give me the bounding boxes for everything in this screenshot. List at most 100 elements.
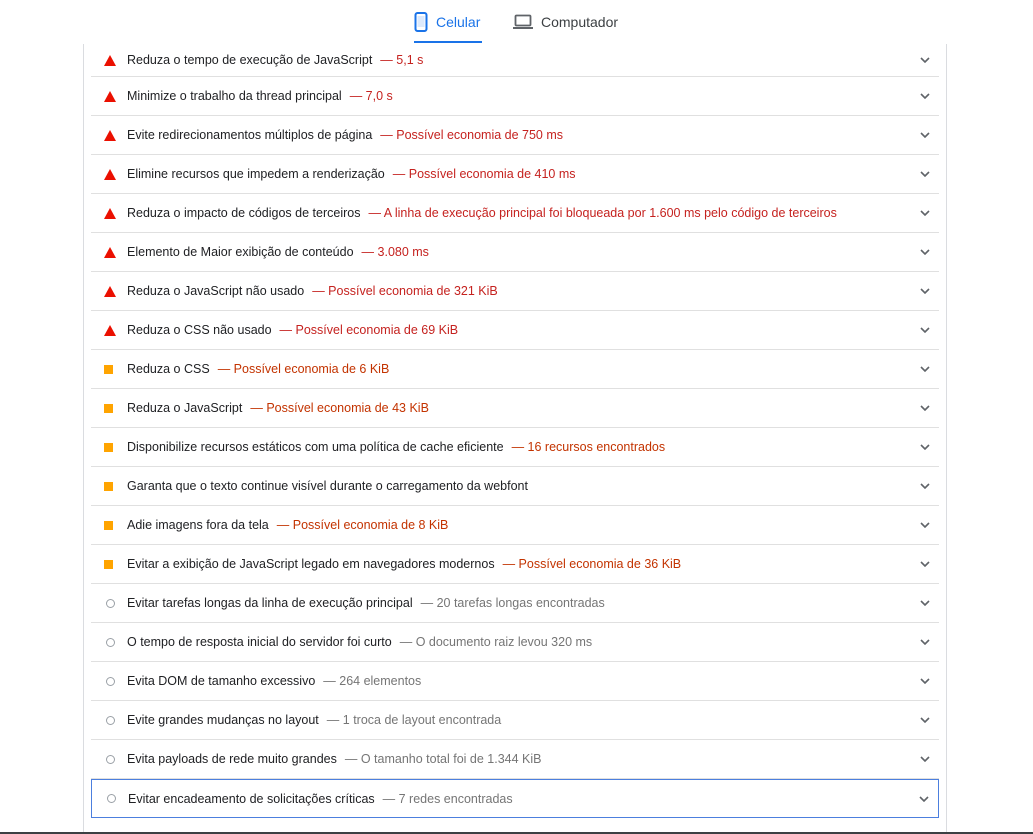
audit-title: Evite redirecionamentos múltiplos de pág…	[127, 128, 373, 142]
audit-detail: — 16 recursos encontrados	[511, 440, 666, 454]
smartphone-icon	[414, 11, 428, 32]
audit-title: Disponibilize recursos estáticos com uma…	[127, 440, 504, 454]
audit-list: Reduza o tempo de execução de JavaScript…	[91, 44, 939, 818]
audit-item[interactable]: Reduza o CSS não usado — Possível economi…	[91, 311, 939, 350]
diagnostics-panel: Reduza o tempo de execução de JavaScript…	[83, 44, 947, 834]
fail-triangle-icon	[103, 90, 117, 102]
audit-title: Reduza o tempo de execução de JavaScript	[127, 53, 373, 67]
chevron-down-icon[interactable]	[919, 597, 931, 609]
audit-item[interactable]: Minimize o trabalho da thread principal —…	[91, 77, 939, 116]
chevron-down-icon[interactable]	[919, 129, 931, 141]
chevron-down-icon[interactable]	[919, 285, 931, 297]
audit-title: Evita DOM de tamanho excessivo	[127, 674, 316, 688]
audit-title: Evita payloads de rede muito grandes	[127, 752, 337, 766]
audit-item[interactable]: Disponibilize recursos estáticos com uma…	[91, 428, 939, 467]
audit-detail: — 3.080 ms	[361, 245, 429, 259]
audit-detail: — O tamanho total foi de 1.344 KiB	[344, 752, 542, 766]
chevron-down-icon[interactable]	[919, 753, 931, 765]
audit-item[interactable]: Reduza o CSS — Possível economia de 6 KiB	[91, 350, 939, 389]
audit-detail: — Possível economia de 750 ms	[380, 128, 564, 142]
chevron-down-icon[interactable]	[919, 246, 931, 258]
info-circle-icon	[103, 754, 117, 764]
audit-item[interactable]: Evite redirecionamentos múltiplos de pág…	[91, 116, 939, 155]
fail-triangle-icon	[103, 207, 117, 219]
audit-item[interactable]: Evite grandes mudanças no layout — 1 troc…	[91, 701, 939, 740]
audit-item[interactable]: Reduza o tempo de execução de JavaScript…	[91, 44, 939, 77]
audit-item[interactable]: Evitar encadeamento de solicitações crít…	[91, 779, 939, 818]
audit-title: Reduza o impacto de códigos de terceiros	[127, 206, 361, 220]
chevron-down-icon[interactable]	[919, 636, 931, 648]
fail-triangle-icon	[103, 324, 117, 336]
audit-detail: — 1 troca de layout encontrada	[326, 713, 502, 727]
fail-triangle-icon	[103, 246, 117, 258]
audit-detail: — Possível economia de 43 KiB	[250, 401, 429, 415]
tab-desktop-label: Computador	[541, 13, 619, 30]
audit-detail: — Possível economia de 8 KiB	[276, 518, 449, 532]
audit-title: Evitar a exibição de JavaScript legado e…	[127, 557, 495, 571]
audit-detail: — 20 tarefas longas encontradas	[420, 596, 605, 610]
audit-detail: — 7 redes encontradas	[382, 791, 513, 806]
audit-detail: — Possível economia de 69 KiB	[279, 323, 459, 337]
audit-item[interactable]: Evitar tarefas longas da linha de execuç…	[91, 584, 939, 623]
audit-item[interactable]: Garanta que o texto continue visível dur…	[91, 467, 939, 506]
audit-detail: — Possível economia de 6 KiB	[217, 362, 390, 376]
chevron-down-icon[interactable]	[919, 402, 931, 414]
active-tab-indicator	[414, 41, 482, 43]
chevron-down-icon[interactable]	[919, 519, 931, 531]
chevron-down-icon[interactable]	[919, 90, 931, 102]
audit-title: Elemento de Maior exibição de conteúdo	[127, 245, 354, 259]
audit-detail: — 7,0 s	[349, 89, 393, 103]
audit-title: Garanta que o texto continue visível dur…	[127, 479, 528, 493]
fail-triangle-icon	[103, 54, 117, 66]
fail-triangle-icon	[103, 129, 117, 141]
fail-triangle-icon	[103, 285, 117, 297]
tab-mobile-label: Celular	[436, 13, 481, 30]
audit-item[interactable]: O tempo de resposta inicial do servidor …	[91, 623, 939, 662]
chevron-down-icon[interactable]	[919, 363, 931, 375]
info-circle-icon	[104, 794, 118, 803]
chevron-down-icon[interactable]	[919, 675, 931, 687]
audit-title: O tempo de resposta inicial do servidor …	[127, 635, 392, 649]
audit-title: Reduza o CSS	[127, 362, 210, 376]
audit-detail: — 5,1 s	[380, 53, 424, 67]
audit-title: Reduza o CSS não usado	[127, 323, 272, 337]
average-square-icon	[103, 481, 117, 491]
chevron-down-icon[interactable]	[919, 324, 931, 336]
device-tabs: Celular Computador	[0, 0, 1033, 44]
chevron-down-icon[interactable]	[919, 168, 931, 180]
audit-title: Evitar tarefas longas da linha de execuç…	[127, 596, 413, 610]
chevron-down-icon[interactable]	[919, 480, 931, 492]
audit-title: Elimine recursos que impedem a renderiza…	[127, 167, 385, 181]
info-circle-icon	[103, 598, 117, 608]
audit-detail: — 264 elementos	[323, 674, 422, 688]
audit-item[interactable]: Evita DOM de tamanho excessivo — 264 elem…	[91, 662, 939, 701]
chevron-down-icon[interactable]	[919, 441, 931, 453]
chevron-down-icon[interactable]	[919, 558, 931, 570]
average-square-icon	[103, 442, 117, 452]
audit-item[interactable]: Reduza o JavaScript — Possível economia d…	[91, 389, 939, 428]
audit-title: Reduza o JavaScript	[127, 401, 243, 415]
tab-mobile[interactable]: Celular	[414, 0, 482, 43]
audit-title: Minimize o trabalho da thread principal	[127, 89, 342, 103]
audit-item[interactable]: Evita payloads de rede muito grandes — O …	[91, 740, 939, 779]
info-circle-icon	[103, 676, 117, 686]
chevron-down-icon[interactable]	[918, 793, 930, 805]
laptop-icon	[513, 14, 533, 30]
audit-title: Adie imagens fora da tela	[127, 518, 269, 532]
audit-item[interactable]: Reduza o JavaScript não usado — Possível …	[91, 272, 939, 311]
tab-desktop[interactable]: Computador	[513, 0, 618, 43]
audit-item[interactable]: Adie imagens fora da tela — Possível econ…	[91, 506, 939, 545]
audit-item[interactable]: Reduza o impacto de códigos de terceiros…	[91, 194, 939, 233]
average-square-icon	[103, 559, 117, 569]
chevron-down-icon[interactable]	[919, 207, 931, 219]
audit-item[interactable]: Elemento de Maior exibição de conteúdo — …	[91, 233, 939, 272]
info-circle-icon	[103, 637, 117, 647]
chevron-down-icon[interactable]	[919, 54, 931, 66]
audit-detail: — A linha de execução principal foi bloq…	[368, 206, 837, 220]
average-square-icon	[103, 364, 117, 374]
audit-item[interactable]: Evitar a exibição de JavaScript legado e…	[91, 545, 939, 584]
chevron-down-icon[interactable]	[919, 714, 931, 726]
audit-detail: — O documento raiz levou 320 ms	[399, 635, 593, 649]
audit-item[interactable]: Elimine recursos que impedem a renderiza…	[91, 155, 939, 194]
fail-triangle-icon	[103, 168, 117, 180]
